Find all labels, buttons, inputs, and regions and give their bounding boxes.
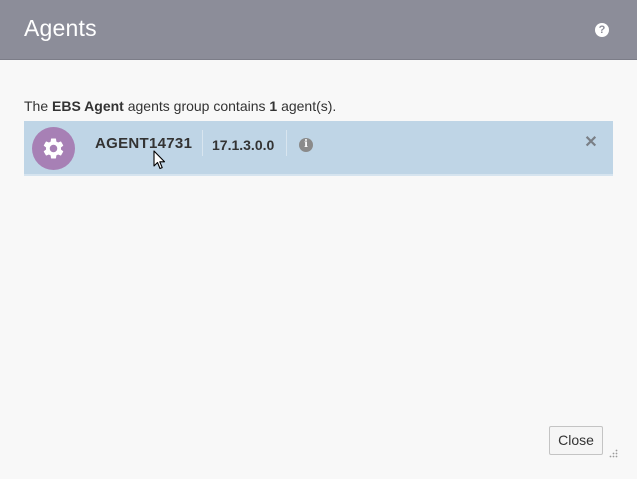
dialog-title: Agents bbox=[24, 15, 97, 41]
mouse-pointer-icon bbox=[153, 150, 166, 170]
gear-icon bbox=[43, 138, 64, 159]
summary-prefix: The bbox=[24, 98, 53, 114]
divider bbox=[202, 130, 203, 156]
group-name: EBS Agent bbox=[52, 98, 124, 114]
agent-avatar bbox=[32, 127, 75, 170]
divider bbox=[286, 130, 287, 156]
agent-name: AGENT14731 bbox=[95, 135, 193, 152]
dialog-header: Agents ? bbox=[0, 0, 637, 60]
summary-suffix: agent(s). bbox=[277, 98, 337, 114]
agent-list-item[interactable]: AGENT14731 17.1.3.0.0 i ✕ bbox=[24, 121, 613, 176]
remove-agent-close-icon[interactable]: ✕ bbox=[584, 134, 598, 152]
help-icon[interactable]: ? bbox=[595, 23, 609, 37]
agents-dialog: Agents ? The EBS Agent agents group cont… bbox=[0, 0, 637, 479]
resize-grip-icon[interactable] bbox=[608, 448, 618, 458]
info-icon[interactable]: i bbox=[299, 138, 313, 152]
close-button[interactable]: Close bbox=[549, 426, 603, 455]
group-summary: The EBS Agent agents group contains 1 ag… bbox=[24, 98, 336, 114]
summary-middle: agents group contains bbox=[123, 98, 270, 114]
agent-version: 17.1.3.0.0 bbox=[212, 137, 275, 153]
